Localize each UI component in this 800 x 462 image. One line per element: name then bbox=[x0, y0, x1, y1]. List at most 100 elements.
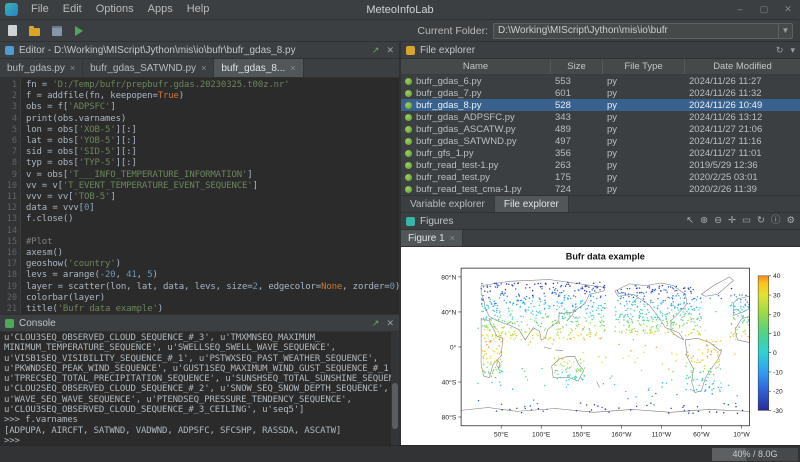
code-editor[interactable]: 123456789101112131415161718192021 fn = '… bbox=[0, 78, 399, 314]
scatter-point bbox=[691, 313, 692, 314]
close-tab-icon[interactable]: × bbox=[450, 233, 455, 243]
line-number: 14 bbox=[0, 226, 17, 237]
scatter-point bbox=[545, 338, 546, 339]
menu-apps[interactable]: Apps bbox=[141, 0, 180, 19]
full-extent-tool-icon[interactable]: ▭ bbox=[742, 213, 751, 229]
scatter-point bbox=[665, 316, 666, 317]
colorbar-ticks: 403020100-10-20-30 bbox=[769, 273, 783, 415]
scatter-point bbox=[683, 405, 684, 406]
scatter-point bbox=[570, 298, 571, 299]
scatter-point bbox=[575, 303, 576, 304]
pan-tool-icon[interactable]: ✛ bbox=[728, 213, 736, 229]
column-header[interactable]: File Type bbox=[603, 59, 685, 74]
column-header[interactable]: Date Modified bbox=[685, 59, 800, 74]
scatter-point bbox=[656, 347, 657, 348]
select-tool-icon[interactable]: ↖ bbox=[686, 213, 694, 229]
scatter-point bbox=[715, 367, 716, 368]
console-output[interactable]: u'CLOU3SEQ_OBSERVED_CLOUD_SEQUENCE_#_3',… bbox=[0, 332, 399, 445]
close-tab-icon[interactable]: × bbox=[201, 63, 206, 73]
file-table-header: NameSizeFile TypeDate Modified bbox=[401, 59, 800, 75]
scatter-point bbox=[657, 324, 658, 325]
scatter-point bbox=[513, 339, 514, 340]
scatter-point bbox=[569, 285, 570, 286]
console-line: >>> bbox=[4, 436, 395, 445]
zoom-out-tool-icon[interactable]: ⊖ bbox=[714, 213, 722, 229]
file-size: 489 bbox=[551, 124, 603, 135]
float-panel-icon[interactable]: ↗ bbox=[372, 315, 380, 331]
table-row[interactable]: bufr_read_test.py175py2020/2/25 03:01 bbox=[401, 171, 800, 183]
scatter-point bbox=[670, 408, 671, 409]
editor-tab[interactable]: bufr_gdas_8...× bbox=[214, 59, 303, 77]
close-button[interactable]: ✕ bbox=[776, 0, 800, 19]
current-folder-combo[interactable]: D:\Working\MIScript\Jython\mis\io\bufr ▼ bbox=[493, 23, 793, 39]
scatter-point bbox=[602, 307, 603, 308]
scatter-point bbox=[698, 309, 699, 310]
scatter-point bbox=[690, 376, 691, 377]
column-header[interactable]: Name bbox=[401, 59, 551, 74]
scatter-point bbox=[711, 350, 712, 351]
current-folder-area: Current Folder: D:\Working\MIScript\Jyth… bbox=[417, 23, 796, 39]
console-scrollbar-thumb[interactable] bbox=[392, 383, 398, 429]
open-file-icon[interactable] bbox=[26, 22, 43, 39]
minimize-button[interactable]: – bbox=[728, 0, 752, 19]
editor-tab[interactable]: bufr_gdas_SATWND.py× bbox=[83, 59, 214, 77]
code-area[interactable]: fn = 'D:/Temp/bufr/prepbufr.gdas.2023032… bbox=[21, 78, 399, 314]
float-panel-icon[interactable]: ↗ bbox=[372, 42, 380, 58]
scatter-point bbox=[594, 290, 595, 291]
file-explorer-actions: ↻▾ bbox=[776, 42, 795, 58]
console-scrollbar[interactable] bbox=[391, 332, 399, 445]
zoom-in-tool-icon[interactable]: ⊕ bbox=[700, 213, 708, 229]
scatter-point bbox=[744, 311, 745, 312]
table-row[interactable]: bufr_gdas_ADPSFC.py343py2024/11/26 13:12 bbox=[401, 111, 800, 123]
table-row[interactable]: bufr_gdas_7.py601py2024/11/26 11:32 bbox=[401, 87, 800, 99]
chevron-down-icon[interactable]: ▼ bbox=[778, 24, 792, 38]
table-row[interactable]: bufr_gfs_1.py356py2024/11/27 11:01 bbox=[401, 147, 800, 159]
memory-indicator[interactable]: 40% / 8.0G bbox=[712, 448, 798, 461]
menu-file[interactable]: File bbox=[24, 0, 56, 19]
tab-variable-explorer[interactable]: Variable explorer bbox=[401, 196, 495, 212]
scatter-point bbox=[731, 288, 732, 289]
menu-help[interactable]: Help bbox=[180, 0, 217, 19]
maximize-button[interactable]: ▢ bbox=[752, 0, 776, 19]
close-panel-icon[interactable]: ✕ bbox=[386, 315, 394, 331]
scatter-point bbox=[557, 305, 558, 306]
table-row[interactable]: bufr_read_test-1.py263py2019/5/29 12:36 bbox=[401, 159, 800, 171]
close-panel-icon[interactable]: ✕ bbox=[386, 42, 394, 58]
menu-edit[interactable]: Edit bbox=[56, 0, 89, 19]
scatter-point bbox=[584, 367, 585, 368]
scatter-point bbox=[580, 334, 581, 335]
scatter-point bbox=[484, 338, 485, 339]
menu-options[interactable]: Options bbox=[89, 0, 141, 19]
figure-canvas[interactable]: Bufr data example bbox=[401, 247, 800, 445]
table-row[interactable]: bufr_gdas_8.py528py2024/11/26 10:49 bbox=[401, 99, 800, 111]
table-row[interactable]: bufr_gdas_6.py553py2024/11/26 11:27 bbox=[401, 75, 800, 87]
table-row[interactable]: bufr_gdas_ASCATW.py489py2024/11/27 21:06 bbox=[401, 123, 800, 135]
scatter-point bbox=[747, 302, 748, 303]
scatter-point bbox=[489, 373, 490, 374]
scatter-point bbox=[694, 361, 695, 362]
settings-tool-icon[interactable]: ⚙ bbox=[786, 213, 795, 229]
editor-tab[interactable]: bufr_gdas.py× bbox=[0, 59, 83, 77]
new-script-icon[interactable] bbox=[4, 22, 21, 39]
close-tab-icon[interactable]: × bbox=[70, 63, 75, 73]
scatter-point bbox=[673, 322, 674, 323]
figure-tab[interactable]: Figure 1× bbox=[401, 230, 463, 246]
close-tab-icon[interactable]: × bbox=[290, 63, 295, 73]
scatter-point bbox=[508, 284, 509, 285]
scatter-point bbox=[541, 286, 542, 287]
run-script-icon[interactable] bbox=[70, 22, 87, 39]
column-header[interactable]: Size bbox=[551, 59, 603, 74]
refresh-icon[interactable]: ↻ bbox=[776, 42, 784, 58]
collapse-icon[interactable]: ▾ bbox=[790, 42, 795, 58]
line-number: 6 bbox=[0, 136, 17, 147]
scatter-point bbox=[744, 329, 745, 330]
save-icon[interactable] bbox=[48, 22, 65, 39]
identify-tool-icon[interactable]: ⓘ bbox=[771, 213, 781, 229]
rotate-tool-icon[interactable]: ↻ bbox=[757, 213, 765, 229]
tab-file-explorer[interactable]: File explorer bbox=[495, 196, 569, 212]
scatter-point bbox=[704, 368, 705, 369]
table-row[interactable]: bufr_read_test_cma-1.py724py2020/2/26 11… bbox=[401, 183, 800, 195]
scatter-point bbox=[484, 326, 485, 327]
table-row[interactable]: bufr_gdas_SATWND.py497py2024/11/27 11:16 bbox=[401, 135, 800, 147]
scatter-point bbox=[735, 403, 736, 404]
